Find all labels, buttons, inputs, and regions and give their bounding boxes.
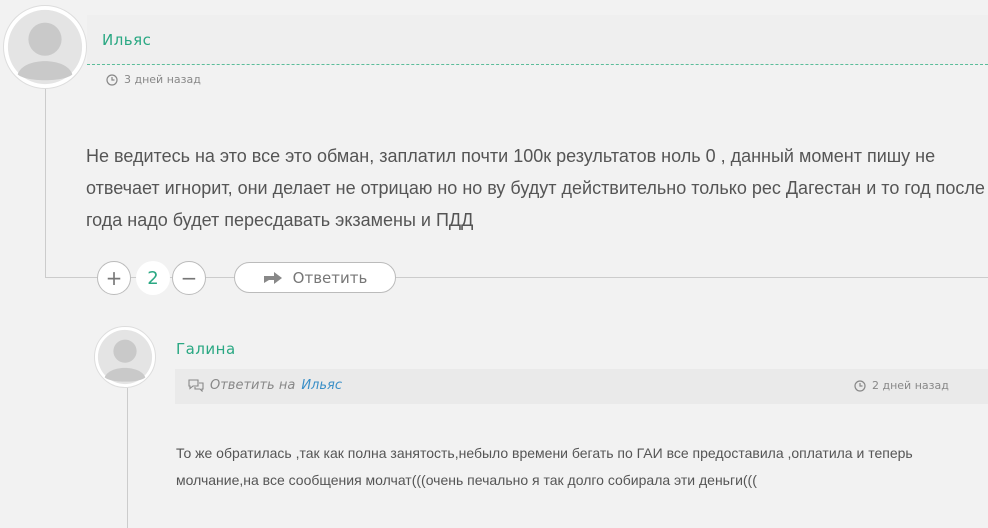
thread-line	[127, 388, 128, 528]
reply-button[interactable]: Ответить	[234, 262, 396, 293]
upvote-button[interactable]: +	[97, 261, 131, 295]
reply-to-prefix: Ответить на	[210, 378, 296, 393]
comment-time: 2 дней назад	[854, 379, 949, 392]
comment-time: 3 дней назад	[106, 73, 201, 86]
reply-to-link[interactable]: Ильяс	[301, 378, 342, 393]
minus-icon: −	[180, 266, 198, 290]
avatar	[94, 326, 156, 388]
reply-label: Ответить	[292, 268, 368, 287]
comment-text: Не ведитесь на это все это обман, заплат…	[86, 146, 985, 230]
avatar	[3, 5, 87, 89]
comment-text: То же обратилась ,так как полна занятост…	[176, 445, 913, 488]
time-text: 2 дней назад	[872, 379, 949, 392]
comment-header	[87, 15, 988, 65]
reply-arrow-icon	[263, 271, 282, 284]
thread-line	[45, 89, 46, 277]
vote-count: 2	[136, 261, 170, 295]
downvote-button[interactable]: −	[172, 261, 206, 295]
comment-author[interactable]: Галина	[176, 340, 236, 358]
user-silhouette-icon	[97, 329, 153, 385]
user-silhouette-icon	[7, 9, 83, 85]
reply-to: Ответить на Ильяс	[188, 378, 342, 393]
speech-bubbles-icon	[188, 379, 204, 392]
plus-icon: +	[105, 266, 123, 290]
comment-author[interactable]: Ильяс	[102, 31, 151, 49]
clock-icon	[854, 379, 866, 392]
clock-icon	[106, 73, 118, 86]
time-text: 3 дней назад	[124, 73, 201, 86]
